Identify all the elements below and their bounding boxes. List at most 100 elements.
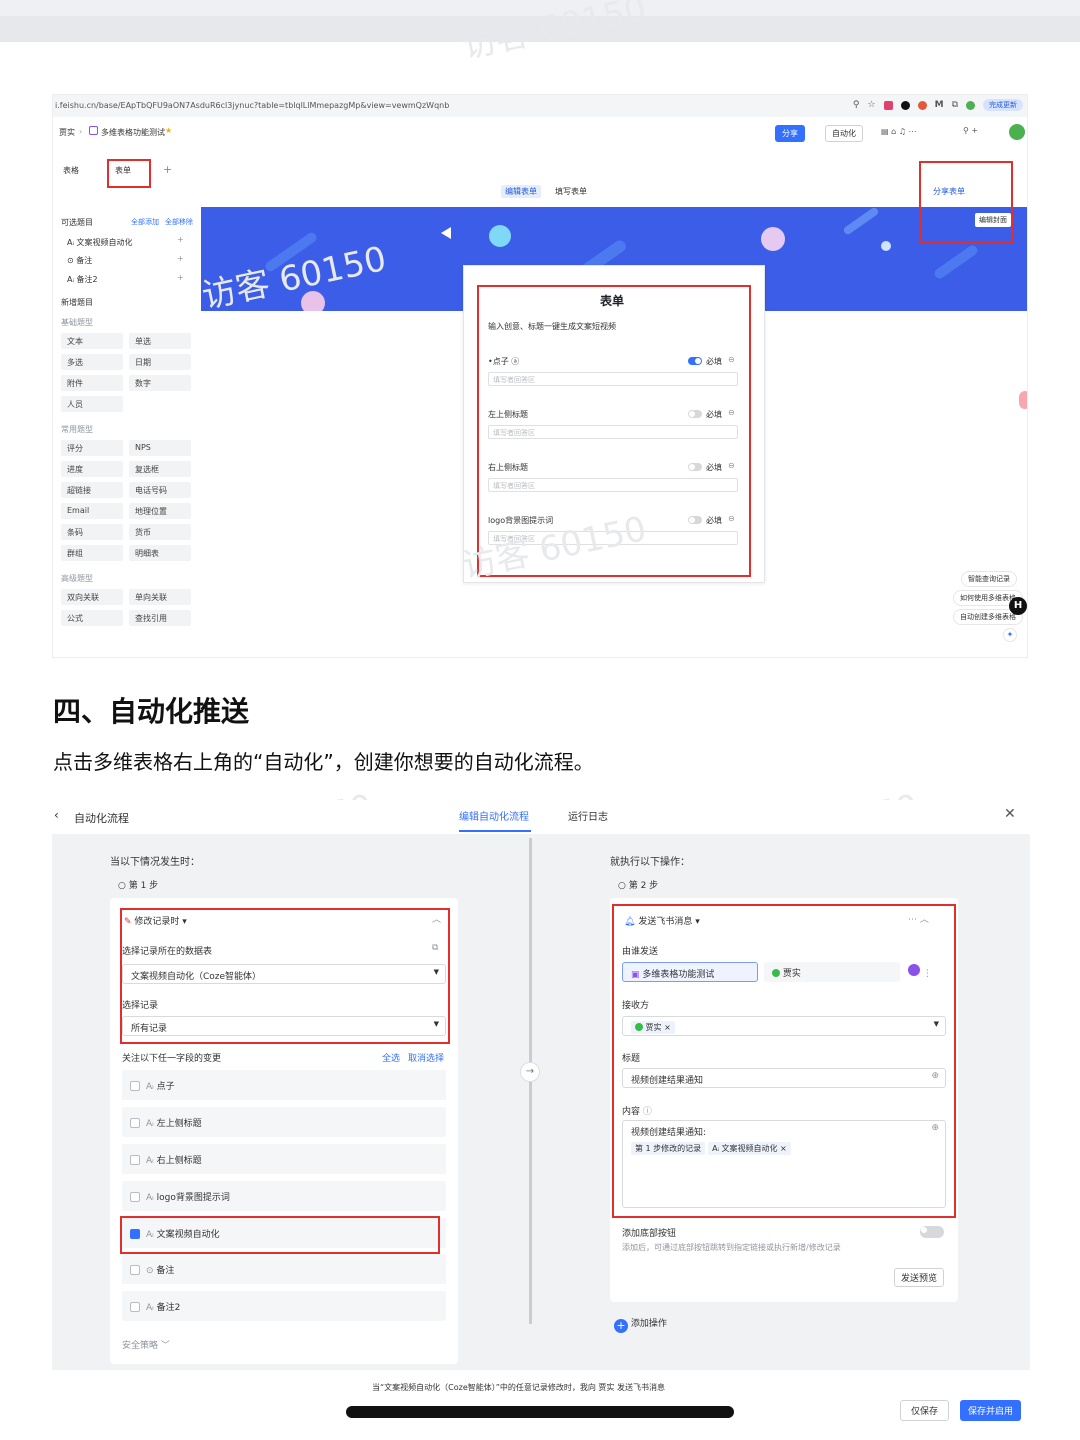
field-checkbox-row[interactable]: Aᵢ 左上侧标题 — [122, 1107, 446, 1137]
checkbox[interactable] — [130, 1118, 140, 1128]
type-chip[interactable]: 电话号码 — [129, 482, 191, 498]
avatar[interactable] — [1009, 124, 1025, 140]
type-chip[interactable]: 群组 — [61, 545, 123, 561]
side-tab-icon[interactable] — [1019, 391, 1027, 409]
bottom-button-desc: 添加后，可通过底部按钮跳转到指定链接或执行新增/修改记录 — [622, 1243, 841, 1252]
type-chip[interactable]: 明细表 — [129, 545, 191, 561]
add-icon[interactable]: + — [177, 254, 184, 263]
gmail-icon[interactable]: M — [935, 100, 944, 110]
save-enable-button[interactable]: 保存并启用 — [960, 1400, 1022, 1421]
type-chip[interactable]: 进度 — [61, 461, 123, 477]
extension-icon[interactable] — [883, 100, 893, 110]
add-icon[interactable]: + — [177, 273, 184, 282]
deselect-all-link[interactable]: 取消选择 — [408, 1051, 444, 1064]
type-chip[interactable]: 复选框 — [129, 461, 191, 477]
selectable-item[interactable]: Aᵢ 备注2 — [67, 274, 98, 285]
extension-icon[interactable] — [917, 100, 927, 110]
checkbox[interactable] — [130, 1265, 140, 1275]
add-action-button[interactable]: + 添加操作 — [614, 1316, 667, 1333]
field-checkbox-row[interactable]: ⊙ 备注 — [122, 1254, 446, 1284]
selectable-item[interactable]: ⊙ 备注 — [67, 255, 92, 266]
update-button[interactable]: 完成更新 — [983, 99, 1023, 111]
automation-button[interactable]: 自动化 — [825, 125, 863, 142]
field-checkbox-row[interactable]: Aᵢ 备注2 — [122, 1291, 446, 1321]
add-all-link[interactable]: 全部添加 — [131, 217, 159, 227]
scrollbar-handle[interactable] — [346, 1406, 734, 1418]
type-chip[interactable]: 超链接 — [61, 482, 123, 498]
highlight-share-form — [919, 161, 1013, 244]
automation-summary: 当“文案视频自动化（Coze智能体）”中的任意记录修改时，我向 贾实 发送飞书消… — [372, 1383, 665, 1392]
star-icon[interactable]: ☆ — [868, 100, 876, 110]
type-chip[interactable]: NPS — [129, 440, 191, 456]
form-editor-screenshot: i.feishu.cn/base/EApTbQFU9aON7AsduR6cl3j… — [52, 94, 1028, 658]
field-checkbox-row[interactable]: Aᵢ 点子 — [122, 1070, 446, 1100]
type-chip[interactable]: 货币 — [129, 524, 191, 540]
back-icon[interactable]: ‹ — [54, 808, 59, 822]
tab-edit-form[interactable]: 编辑表单 — [501, 185, 541, 198]
star-icon[interactable]: ★ — [165, 126, 172, 135]
browser-url-bar[interactable]: i.feishu.cn/base/EApTbQFU9aON7AsduR6cl3j… — [53, 95, 1027, 117]
breadcrumb-item[interactable]: 多维表格功能测试 — [101, 127, 165, 138]
extension-icon[interactable] — [900, 100, 910, 110]
type-chip[interactable]: 评分 — [61, 440, 123, 456]
tab-fill-form[interactable]: 填写表单 — [555, 186, 587, 197]
type-chip[interactable]: 条码 — [61, 524, 123, 540]
remove-all-link[interactable]: 全部移除 — [165, 217, 193, 227]
type-attachment-chip[interactable]: 附件 — [61, 375, 123, 391]
breadcrumb-separator: › — [79, 127, 83, 136]
type-person-chip[interactable]: 人员 — [61, 396, 123, 412]
search-icon[interactable]: ⚲ + — [963, 126, 978, 135]
type-number-chip[interactable]: 数字 — [129, 375, 191, 391]
checkbox[interactable] — [130, 1155, 140, 1165]
type-chip[interactable]: 查找引用 — [129, 610, 191, 626]
type-date-chip[interactable]: 日期 — [129, 354, 191, 370]
section-heading: 四、自动化推送 — [53, 695, 250, 728]
automation-canvas: 当以下情况发生时： ○ 第 1 步 ✎ 修改记录时 ▾ ︿ 选择记录所在的数据表… — [52, 834, 1030, 1370]
toolbar-icons[interactable]: ▤ ⌂ ♫ ⋯ — [881, 127, 916, 136]
arrow-right-icon: → — [520, 1062, 540, 1082]
assistant-icon[interactable]: H — [1009, 597, 1027, 615]
sparkle-icon[interactable]: ✦ — [1003, 628, 1017, 642]
tab-run-log[interactable]: 运行日志 — [568, 808, 608, 823]
checkbox[interactable] — [130, 1081, 140, 1091]
breadcrumb-item[interactable]: 贾实 — [59, 127, 75, 138]
basic-types-title: 基础题型 — [61, 318, 93, 327]
active-tab-indicator — [459, 830, 531, 832]
floating-query-item[interactable]: 智能查询记录 — [961, 571, 1017, 587]
save-button[interactable]: 仅保存 — [900, 1400, 950, 1421]
type-text-chip[interactable]: 文本 — [61, 333, 123, 349]
type-chip[interactable]: 公式 — [61, 610, 123, 626]
profile-icon[interactable] — [966, 100, 975, 110]
type-chip[interactable]: 地理位置 — [129, 503, 191, 519]
close-icon[interactable]: ✕ — [1004, 806, 1016, 822]
automation-footer: 当“文案视频自动化（Coze智能体）”中的任意记录修改时，我向 贾实 发送飞书消… — [52, 1370, 1030, 1440]
then-title: 就执行以下操作： — [610, 857, 690, 868]
automation-header: ‹ 自动化流程 编辑自动化流程 运行日志 ✕ — [52, 800, 1030, 834]
checkbox[interactable] — [130, 1302, 140, 1312]
type-chip[interactable]: 单向关联 — [129, 589, 191, 605]
search-icon[interactable]: ⚲ — [853, 100, 860, 110]
select-all-link[interactable]: 全选 — [382, 1051, 400, 1064]
add-icon[interactable]: + — [177, 235, 184, 244]
type-multi-chip[interactable]: 多选 — [61, 354, 123, 370]
bottom-button-toggle[interactable] — [920, 1226, 944, 1238]
send-preview-button[interactable]: 发送预览 — [894, 1268, 945, 1287]
highlight-form-tab — [107, 159, 151, 188]
automation-title: 自动化流程 — [74, 812, 129, 825]
field-checkbox-row[interactable]: Aᵢ 右上侧标题 — [122, 1144, 446, 1174]
when-title: 当以下情况发生时： — [110, 857, 200, 868]
type-chip[interactable]: Email — [61, 503, 123, 519]
selectable-item[interactable]: Aᵢ 文案视频自动化 — [67, 237, 132, 248]
puzzle-icon[interactable]: ⧉ — [952, 100, 958, 110]
field-checkbox-row[interactable]: Aᵢ logo背景图提示词 — [122, 1181, 446, 1211]
add-tab-icon[interactable]: + — [163, 163, 172, 176]
automation-screenshot: ‹ 自动化流程 编辑自动化流程 运行日志 ✕ 当以下情况发生时： ○ 第 1 步… — [52, 800, 1030, 1440]
type-chip[interactable]: 双向关联 — [61, 589, 123, 605]
share-button[interactable]: 分享 — [775, 125, 805, 142]
tab-table[interactable]: 表格 — [63, 165, 79, 176]
tab-edit-automation[interactable]: 编辑自动化流程 — [459, 808, 529, 823]
checkbox[interactable] — [130, 1192, 140, 1202]
advanced-types-title: 高级题型 — [61, 574, 93, 583]
type-single-chip[interactable]: 单选 — [129, 333, 191, 349]
security-policy-link[interactable]: 安全策略 ﹀ — [122, 1338, 170, 1351]
